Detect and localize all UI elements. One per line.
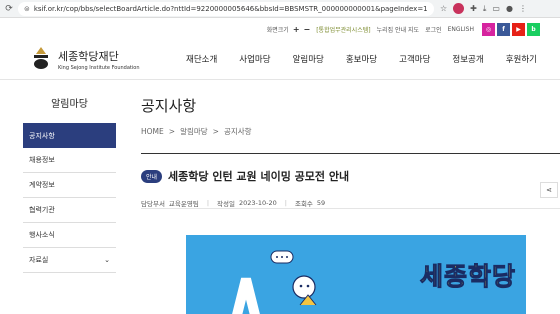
breadcrumb-current: 공지사항 (223, 127, 252, 136)
puzzle-icon[interactable]: ✚ (470, 4, 477, 13)
breadcrumb-separator: > (212, 127, 219, 136)
side-item-notice[interactable]: 공지사항 (23, 123, 116, 148)
share-icon: ⋖ (546, 186, 552, 194)
page-title: 공지사항 (141, 97, 197, 115)
side-item-archive[interactable]: 자료실 ⌄ (23, 248, 116, 273)
sidepanel-icon[interactable]: ▭ (492, 4, 500, 13)
main-content: 공지사항 HOME > 알림마당 > 공지사항 안내 세종학당 인턴 교원 네이… (141, 95, 560, 314)
instagram-icon[interactable]: ◎ (482, 22, 495, 36)
nav-customer[interactable]: 고객마당 (399, 53, 430, 65)
post-image-banner: 세종학당 (186, 235, 526, 314)
site-header: 세종학당재단 King Sejong Institute Foundation … (0, 40, 560, 80)
views-label: 조회수 (294, 200, 313, 208)
foundation-emblem-icon (34, 47, 48, 69)
logo-english: King Sejong Institute Foundation (58, 65, 140, 71)
url-text: ksif.or.kr/cop/bbs/selectBoardArticle.do… (33, 4, 428, 13)
integrated-system-link[interactable]: [통합업무관리시스템] (316, 25, 370, 34)
zoom-out-button[interactable]: − (304, 25, 311, 34)
nav-disclosure[interactable]: 정보공개 (452, 53, 483, 65)
browser-toolbar: ⟳ ⊜ ksif.or.kr/cop/bbs/selectBoardArticl… (0, 0, 560, 18)
blog-icon[interactable]: b (527, 22, 540, 36)
share-button[interactable]: ⋖ (540, 182, 558, 198)
breadcrumb-notice-section[interactable]: 알림마당 (180, 126, 208, 137)
reload-icon[interactable]: ⟳ (4, 4, 14, 14)
chevron-down-icon: ⌄ (104, 256, 110, 264)
category-badge: 안내 (141, 169, 163, 183)
mascot-illustration-icon (232, 250, 317, 314)
facebook-icon[interactable]: f (497, 22, 510, 36)
post-title: 세종학당 인턴 교원 네이밍 공모전 안내 (168, 170, 350, 183)
nav-pr[interactable]: 홍보마당 (346, 53, 377, 65)
post-header: 안내 세종학당 인턴 교원 네이밍 공모전 안내 (141, 168, 560, 184)
side-item-label: 채용정보 (29, 156, 55, 164)
sitemap-link[interactable]: 누리집 안내 지도 (377, 25, 419, 34)
youtube-icon[interactable]: ▶ (512, 22, 525, 36)
date-value: 2023-10-20 (238, 199, 277, 207)
side-item-recruit[interactable]: 채용정보 (23, 148, 116, 173)
dept-value: 교육운영팀 (168, 200, 199, 208)
site-logo[interactable]: 세종학당재단 King Sejong Institute Foundation (24, 40, 144, 76)
side-item-contract[interactable]: 계약정보 (23, 173, 116, 198)
nav-business[interactable]: 사업마당 (239, 53, 270, 65)
menu-icon[interactable]: ⋮ (519, 4, 527, 13)
breadcrumb-home[interactable]: HOME (141, 127, 164, 136)
date-label: 작성일 (217, 200, 235, 208)
side-item-label: 행사소식 (29, 231, 55, 239)
dept-label: 담당부서 (141, 200, 165, 208)
side-menu-title: 알림마당 (51, 99, 88, 110)
extension-icon[interactable] (453, 3, 465, 14)
main-nav: 재단소개 사업마당 알림마당 홍보마당 고객마당 정보공개 후원하기 (186, 53, 537, 65)
side-item-partners[interactable]: 협력기관 (23, 198, 116, 223)
profile-icon[interactable]: ● (506, 4, 513, 13)
side-menu: 알림마당 공지사항 채용정보 계약정보 협력기관 행사소식 자료실 ⌄ (23, 95, 116, 273)
zoom-control: 화면크기 + − (267, 25, 311, 34)
banner-text: 세종학당 (419, 262, 516, 292)
post-meta: 담당부서 교육운영팀 | 작성일 2023-10-20 | 조회수 59 (141, 199, 326, 208)
star-icon[interactable]: ☆ (440, 4, 447, 13)
login-link[interactable]: 로그인 (425, 25, 442, 34)
sns-links: ◎ f ▶ b (482, 22, 540, 36)
side-item-label: 자료실 (29, 256, 49, 264)
utility-bar: 화면크기 + − [통합업무관리시스템] 누리집 안내 지도 로그인 ENGLI… (0, 18, 560, 40)
nav-notice[interactable]: 알림마당 (293, 53, 324, 65)
side-item-label: 계약정보 (29, 181, 55, 189)
side-item-label: 협력기관 (29, 206, 55, 214)
english-link[interactable]: ENGLISH (448, 26, 474, 33)
address-bar[interactable]: ⊜ ksif.or.kr/cop/bbs/selectBoardArticle.… (18, 1, 434, 16)
zoom-in-button[interactable]: + (293, 25, 300, 34)
side-item-label: 공지사항 (29, 131, 55, 140)
logo-korean: 세종학당재단 (58, 50, 119, 63)
nav-foundation[interactable]: 재단소개 (186, 53, 217, 65)
download-icon[interactable]: ⤓ (483, 4, 487, 14)
site-info-icon[interactable]: ⊜ (24, 5, 30, 13)
nav-donate[interactable]: 후원하기 (506, 53, 537, 65)
views-value: 59 (316, 199, 326, 207)
side-item-events[interactable]: 행사소식 (23, 223, 116, 248)
zoom-label: 화면크기 (266, 26, 289, 34)
meta-divider (141, 208, 560, 209)
title-divider (141, 153, 560, 154)
breadcrumb-separator: > (168, 127, 176, 136)
breadcrumb: HOME > 알림마당 > 공지사항 (141, 126, 560, 137)
